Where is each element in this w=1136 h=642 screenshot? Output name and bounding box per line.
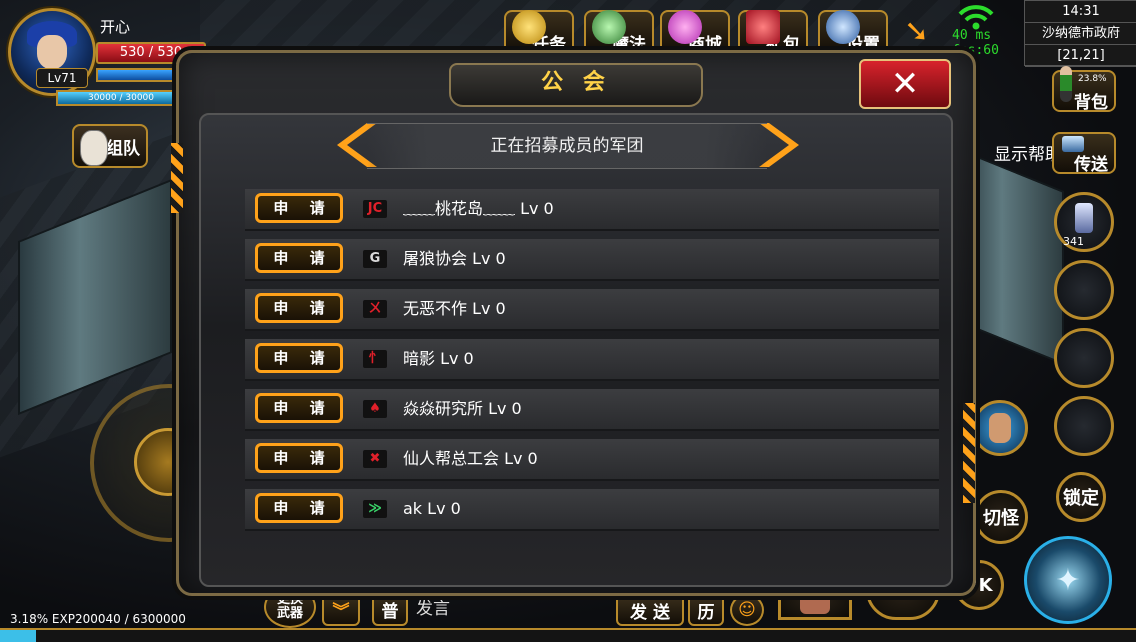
guild-name: 屠狼协会 Lv 0 xyxy=(403,249,506,268)
gift-icon xyxy=(746,10,780,44)
guild-row: 申 请 ✖ 仙人帮总工会 Lv 0 xyxy=(245,439,939,481)
time-text: 14:31 xyxy=(1025,1,1136,23)
bag-label: 背包 xyxy=(1074,93,1108,113)
gift-button[interactable]: 礼包 xyxy=(738,10,808,55)
magic-button[interactable]: 魔法 xyxy=(584,10,654,55)
wifi-icon xyxy=(958,5,994,30)
shop-button[interactable]: 商城 xyxy=(660,10,730,55)
guild-dialog: 公 会 ✕ 正在招募成员的军团 申 请 JC ﹏﹏桃花岛﹏﹏ Lv 0 申 请 G 屠狼协… xyxy=(171,50,976,596)
attack-button[interactable]: ✦ xyxy=(1024,536,1112,624)
task-button[interactable]: 任务 xyxy=(504,10,574,55)
bag-percent: 23.8% xyxy=(1078,74,1107,84)
teleport-label: 传送 xyxy=(1074,155,1108,175)
apply-button[interactable]: 申 请 xyxy=(255,193,343,223)
fighter-icon xyxy=(989,413,1011,443)
potion-icon xyxy=(1075,203,1093,233)
ping-text: 40 ms xyxy=(952,28,992,43)
recruiting-subtitle: 正在招募成员的军团 xyxy=(367,123,767,169)
shop-icon xyxy=(668,10,702,44)
avatar-face xyxy=(37,35,67,69)
teleport-button[interactable]: 传送 xyxy=(1052,132,1116,175)
character-figure-icon xyxy=(1060,66,1072,102)
switch-target-button[interactable]: 切怪 xyxy=(974,490,1028,544)
guild-emblem-icon: ✖ xyxy=(363,450,387,468)
team-label: 组队 xyxy=(106,138,140,159)
close-icon: ✕ xyxy=(890,64,920,104)
player-name: 开心 xyxy=(100,18,131,36)
guild-name: ﹏﹏桃花岛﹏﹏ Lv 0 xyxy=(403,199,554,218)
item-slot-2[interactable] xyxy=(1054,260,1114,320)
guild-row: 申 请 JC ﹏﹏桃花岛﹏﹏ Lv 0 xyxy=(245,189,939,231)
right-decor-stripes xyxy=(963,403,975,503)
guild-row: 申 请 ≫ ak Lv 0 xyxy=(245,489,939,531)
guild-name: 仙人帮总工会 Lv 0 xyxy=(403,449,538,468)
close-button[interactable]: ✕ xyxy=(859,59,951,109)
switch-target-label: 切怪 xyxy=(983,508,1019,529)
left-decor-stripes xyxy=(171,143,183,213)
mask-icon xyxy=(80,130,108,166)
coords-text: [21,21] xyxy=(1025,45,1136,67)
smiley-icon: ☺ xyxy=(738,600,756,620)
chat-input[interactable]: 发言 xyxy=(410,594,616,624)
magic-icon xyxy=(592,10,626,44)
guild-name: ak Lv 0 xyxy=(403,499,461,518)
guild-row: 申 请 忄暗影 Lv 0 xyxy=(245,339,939,381)
settings-icon xyxy=(826,10,860,44)
guild-name: 无恶不作 Lv 0 xyxy=(403,299,506,318)
dialog-content: 正在招募成员的军团 申 请 JC ﹏﹏桃花岛﹏﹏ Lv 0 申 请 G 屠狼协会 Lv 0… xyxy=(199,113,953,587)
potion-count: 341 xyxy=(1063,235,1084,248)
mana-bar: 30000 / 30000 xyxy=(56,90,186,106)
double-chevron-down-icon: ︾ xyxy=(332,601,350,622)
lock-button[interactable]: 锁定 xyxy=(1056,472,1106,522)
player-level: Lv71 xyxy=(36,68,88,88)
settings-button[interactable]: 设置 xyxy=(818,10,888,55)
team-button[interactable]: 组队 xyxy=(72,124,148,168)
dialog-title: 公 会 xyxy=(541,70,611,95)
item-slot-4[interactable] xyxy=(1054,396,1114,456)
guild-row: 申 请 G 屠狼协会 Lv 0 xyxy=(245,239,939,281)
guild-emblem-icon: ♠ xyxy=(363,400,387,418)
guild-emblem-icon: G xyxy=(363,250,387,268)
guild-emblem-icon: JC xyxy=(363,200,387,218)
apply-button[interactable]: 申 请 xyxy=(255,493,343,523)
task-icon xyxy=(512,10,546,44)
channel-button[interactable]: 普 xyxy=(372,592,408,626)
send-button[interactable]: 发 送 xyxy=(616,594,684,626)
apply-button[interactable]: 申 请 xyxy=(255,443,343,473)
item-slot-3[interactable] xyxy=(1054,328,1114,388)
guild-name: 焱焱研究所 Lv 0 xyxy=(403,399,522,418)
expand-chat-button[interactable]: ︾ xyxy=(322,592,360,626)
history-button[interactable]: 历 xyxy=(688,594,724,626)
exp-bar-fill xyxy=(0,630,37,642)
dialog-header: 公 会 xyxy=(449,63,703,107)
guild-emblem-icon: 忄 xyxy=(363,350,387,368)
apply-button[interactable]: 申 请 xyxy=(255,343,343,373)
guild-name: 暗影 Lv 0 xyxy=(403,349,474,368)
lock-label: 锁定 xyxy=(1063,488,1099,509)
guild-emblem-icon: ㄨ xyxy=(363,300,387,318)
guild-row: 申 请 ㄨ无恶不作 Lv 0 xyxy=(245,289,939,331)
location-panel: 14:31 沙纳德市政府 [21,21] xyxy=(1024,0,1136,67)
location-text: 沙纳德市政府 xyxy=(1025,23,1136,45)
apply-button[interactable]: 申 请 xyxy=(255,393,343,423)
collapse-menu-icon[interactable]: ➘ xyxy=(904,14,929,49)
potion-slot[interactable]: 341 xyxy=(1054,192,1114,252)
apply-button[interactable]: 申 请 xyxy=(255,293,343,323)
apply-button[interactable]: 申 请 xyxy=(255,243,343,273)
bag-button[interactable]: 23.8% 背包 xyxy=(1052,66,1116,113)
emoji-button[interactable]: ☺ xyxy=(730,594,764,626)
guild-emblem-icon: ≫ xyxy=(363,500,387,518)
exp-text: 3.18% EXP200040 / 6300000 xyxy=(10,612,186,626)
attack-icon: ✦ xyxy=(1055,562,1081,598)
teleport-icon xyxy=(1062,136,1084,152)
guild-row: 申 请 ♠ 焱焱研究所 Lv 0 xyxy=(245,389,939,431)
skill-button[interactable] xyxy=(972,400,1028,456)
